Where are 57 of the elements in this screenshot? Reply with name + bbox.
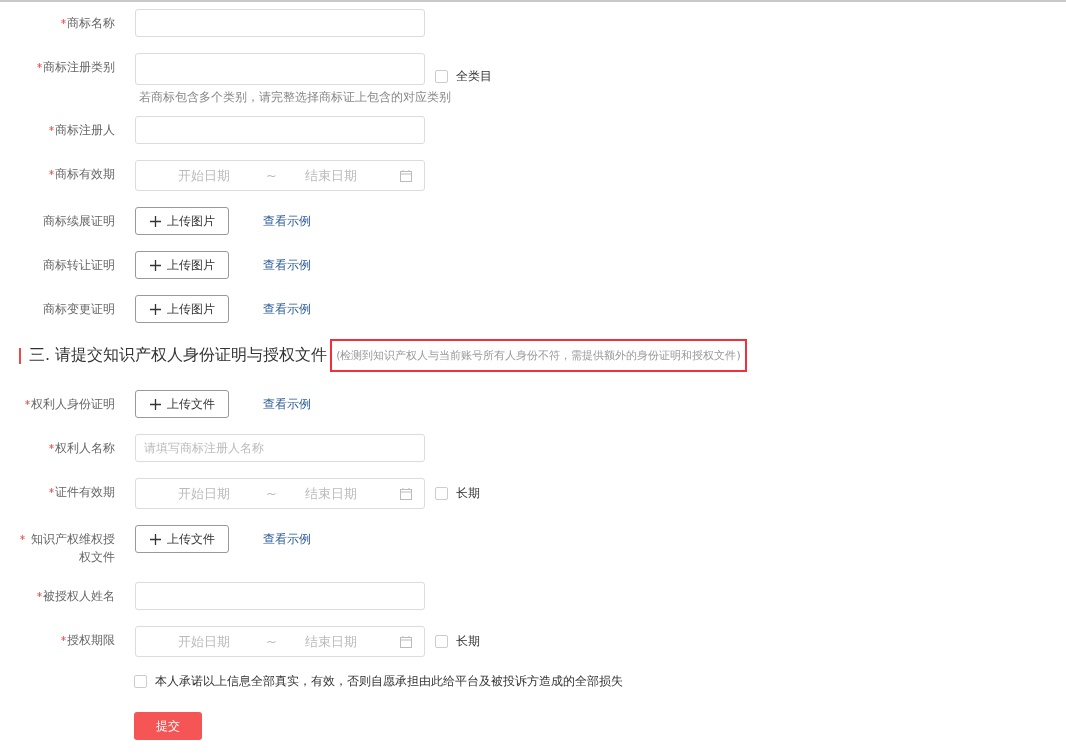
end-date-placeholder: 结束日期 <box>304 632 358 651</box>
plus-icon <box>149 303 161 315</box>
field-label: 知识产权维权授权文件 <box>30 531 115 566</box>
view-example-link[interactable]: 查看示例 <box>263 257 311 274</box>
field-label: 商标变更证明 <box>43 301 115 318</box>
field-label: 证件有效期 <box>55 484 115 501</box>
field-label: 授权期限 <box>67 632 115 649</box>
calendar-icon <box>400 169 412 182</box>
hint-text: 若商标包含多个类别，请完整选择商标证上包含的对应类别 <box>138 89 452 106</box>
section-note: (检测到知识产权人与当前账号所有人身份不符，需提供额外的身份证明和授权文件) <box>330 339 747 372</box>
field-label: 商标注册人 <box>55 122 115 139</box>
field-label: 权利人名称 <box>55 440 115 457</box>
field-label: 商标有效期 <box>55 166 115 183</box>
checkbox[interactable] <box>435 487 448 500</box>
view-example-link[interactable]: 查看示例 <box>263 213 311 230</box>
calendar-icon <box>400 635 412 648</box>
field-label: 商标转让证明 <box>43 257 115 274</box>
plus-icon <box>149 533 161 545</box>
view-example-link[interactable]: 查看示例 <box>263 396 311 413</box>
plus-icon <box>149 398 161 410</box>
text-field[interactable] <box>135 116 425 144</box>
calendar-icon <box>400 487 412 500</box>
range-separator: ~ <box>266 168 277 183</box>
start-date-placeholder: 开始日期 <box>178 484 231 503</box>
range-separator: ~ <box>266 486 277 501</box>
checkbox-label: 长期 <box>456 633 480 650</box>
view-example-link[interactable]: 查看示例 <box>263 531 311 548</box>
start-date-placeholder: 开始日期 <box>178 166 231 185</box>
upload-button[interactable]: 上传图片 <box>135 251 229 279</box>
upload-button[interactable]: 上传图片 <box>135 207 229 235</box>
start-date-placeholder: 开始日期 <box>178 632 231 651</box>
section-marker <box>19 347 21 364</box>
view-example-link[interactable]: 查看示例 <box>263 301 311 318</box>
upload-button[interactable]: 上传文件 <box>135 390 229 418</box>
text-field[interactable] <box>135 53 425 85</box>
checkbox[interactable] <box>134 675 147 688</box>
upload-button[interactable]: 上传文件 <box>135 525 229 553</box>
end-date-placeholder: 结束日期 <box>304 484 358 503</box>
checkbox-label: 长期 <box>456 485 480 502</box>
agreement-text: 本人承诺以上信息全部真实，有效，否则自愿承担由此给平台及被投诉方造成的全部损失 <box>155 673 623 690</box>
section-title: 三. 请提交知识产权人身份证明与授权文件 <box>29 345 328 366</box>
plus-icon <box>149 215 161 227</box>
text-field[interactable] <box>135 9 425 37</box>
text-field[interactable] <box>135 582 425 610</box>
field-label: 商标注册类别 <box>43 59 115 76</box>
plus-icon <box>149 259 161 271</box>
field-label: 商标名称 <box>67 15 115 32</box>
end-date-placeholder: 结束日期 <box>304 166 358 185</box>
field-label: 商标续展证明 <box>43 213 115 230</box>
field-label: 被授权人姓名 <box>43 588 115 605</box>
field-label: 权利人身份证明 <box>31 396 115 413</box>
checkbox-label: 全类目 <box>456 67 492 85</box>
upload-button[interactable]: 上传图片 <box>135 295 229 323</box>
range-separator: ~ <box>266 634 277 649</box>
text-field[interactable]: 请填写商标注册人名称 <box>135 434 425 462</box>
checkbox[interactable] <box>435 635 448 648</box>
checkbox[interactable] <box>435 69 448 83</box>
